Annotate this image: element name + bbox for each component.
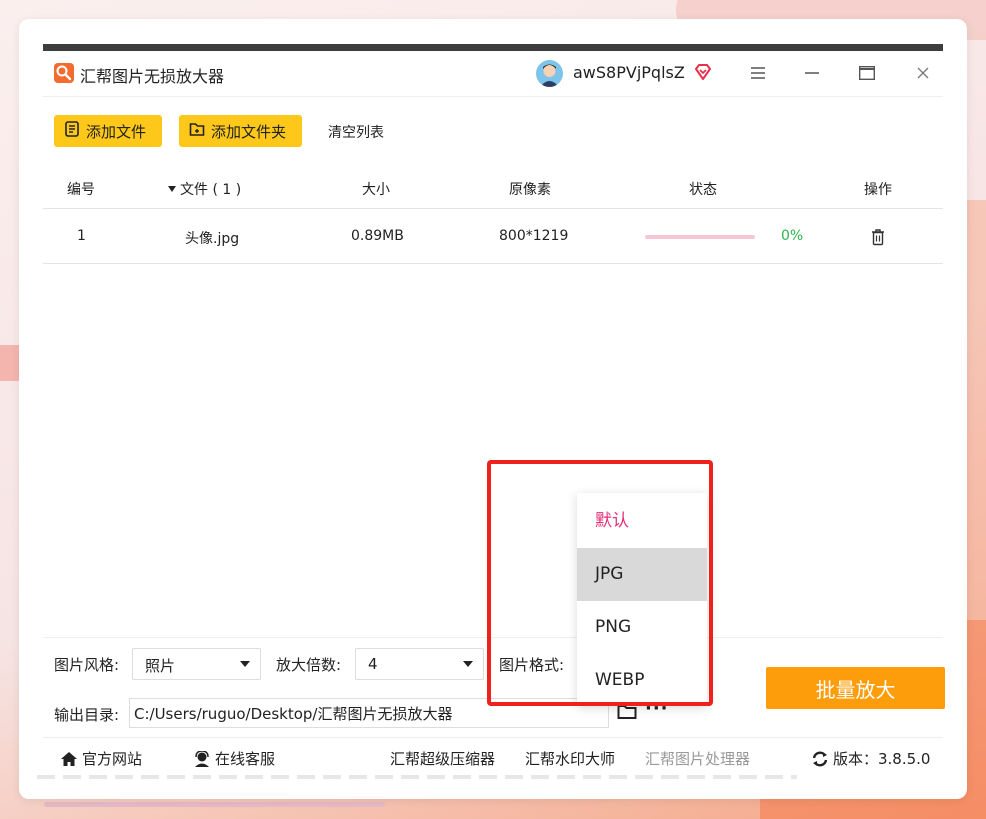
batch-upscale-button[interactable]: 批量放大 bbox=[766, 667, 945, 709]
settings-panel: 图片风格: 照片 放大倍数: 4 图片格式: 输出目录: ··· 批量放大 bbox=[43, 637, 945, 737]
menu-icon[interactable] bbox=[744, 59, 772, 87]
file-icon bbox=[64, 121, 80, 141]
online-support-link[interactable]: 在线客服 bbox=[193, 748, 275, 769]
style-select[interactable]: 照片 bbox=[132, 648, 261, 680]
sort-down-icon bbox=[168, 186, 176, 192]
col-size: 大小 bbox=[362, 182, 390, 198]
scale-label: 放大倍数: bbox=[276, 656, 342, 674]
background-bar bbox=[44, 802, 385, 807]
col-pixels: 原像素 bbox=[509, 182, 551, 198]
close-icon[interactable] bbox=[909, 59, 937, 87]
username[interactable]: awS8PVjPqlsZ bbox=[573, 63, 685, 82]
toolbar: 添加文件 添加文件夹 清空列表 bbox=[43, 97, 943, 169]
version-info[interactable]: 版本：3.8.5.0 bbox=[811, 748, 930, 769]
delete-icon[interactable] bbox=[870, 228, 886, 246]
output-path-input[interactable] bbox=[129, 698, 609, 728]
online-support-label: 在线客服 bbox=[215, 750, 276, 768]
folder-add-icon bbox=[189, 121, 205, 141]
col-file-label: 文件 ( 1 ) bbox=[180, 182, 242, 198]
home-icon bbox=[61, 751, 77, 766]
add-file-label: 添加文件 bbox=[86, 122, 147, 141]
format-option-png[interactable]: PNG bbox=[577, 601, 707, 654]
scale-select[interactable]: 4 bbox=[355, 648, 484, 680]
compressor-link[interactable]: 汇帮超级压缩器 bbox=[390, 748, 495, 769]
style-label: 图片风格: bbox=[54, 656, 120, 674]
official-site-label: 官方网站 bbox=[82, 750, 143, 768]
table-header: 编号 文件 ( 1 ) 大小 原像素 状态 操作 bbox=[43, 169, 943, 209]
chevron-down-icon bbox=[463, 661, 473, 667]
app-title: 汇帮图片无损放大器 bbox=[80, 67, 225, 86]
format-dropdown-menu: 默认 JPG PNG WEBP bbox=[577, 493, 707, 706]
app-window: 汇帮图片无损放大器 awS8PVjPqlsZ 添加文件 添加文件夹 清空列表 编… bbox=[19, 19, 967, 799]
footer: 官方网站 在线客服 汇帮超级压缩器 汇帮水印大师 汇帮图片处理器 版本：3.8.… bbox=[43, 737, 943, 777]
scale-value: 4 bbox=[368, 655, 378, 673]
official-site-link[interactable]: 官方网站 bbox=[60, 748, 142, 769]
maximize-icon[interactable] bbox=[853, 59, 881, 87]
support-icon bbox=[195, 750, 209, 767]
vip-diamond-icon[interactable] bbox=[693, 62, 713, 82]
col-action: 操作 bbox=[864, 182, 892, 198]
watermark-link[interactable]: 汇帮水印大师 bbox=[525, 748, 615, 769]
format-label: 图片格式: bbox=[499, 656, 565, 674]
add-folder-label: 添加文件夹 bbox=[211, 122, 287, 141]
output-label: 输出目录: bbox=[54, 706, 120, 724]
table-row[interactable]: 1 头像.jpg 0.89MB 800*1219 0% bbox=[43, 209, 943, 264]
col-file[interactable]: 文件 ( 1 ) bbox=[167, 179, 241, 199]
style-value: 照片 bbox=[145, 657, 176, 675]
window-top-border bbox=[43, 44, 943, 51]
row-filename: 头像.jpg bbox=[185, 231, 240, 247]
progress-bar bbox=[645, 235, 755, 239]
refresh-icon bbox=[812, 751, 828, 766]
format-option-jpg[interactable]: JPG bbox=[577, 548, 707, 601]
row-pixels: 800*1219 bbox=[499, 228, 569, 244]
col-status: 状态 bbox=[689, 182, 717, 198]
minimize-icon[interactable] bbox=[798, 59, 826, 87]
app-logo-icon bbox=[54, 63, 74, 83]
row-index: 1 bbox=[77, 228, 86, 244]
scrollbar[interactable] bbox=[37, 775, 797, 779]
add-folder-button[interactable]: 添加文件夹 bbox=[179, 115, 302, 147]
format-option-default[interactable]: 默认 bbox=[577, 495, 707, 548]
add-file-button[interactable]: 添加文件 bbox=[54, 115, 162, 147]
image-processor-link[interactable]: 汇帮图片处理器 bbox=[645, 748, 750, 769]
clear-list-button[interactable]: 清空列表 bbox=[328, 122, 384, 142]
progress-percent: 0% bbox=[781, 228, 804, 244]
version-label: 版本：3.8.5.0 bbox=[833, 750, 931, 768]
row-size: 0.89MB bbox=[351, 228, 404, 244]
user-avatar[interactable] bbox=[536, 60, 563, 87]
title-bar: 汇帮图片无损放大器 awS8PVjPqlsZ bbox=[43, 51, 943, 97]
format-option-webp[interactable]: WEBP bbox=[577, 654, 707, 707]
col-index: 编号 bbox=[67, 182, 95, 198]
chevron-down-icon bbox=[240, 661, 250, 667]
